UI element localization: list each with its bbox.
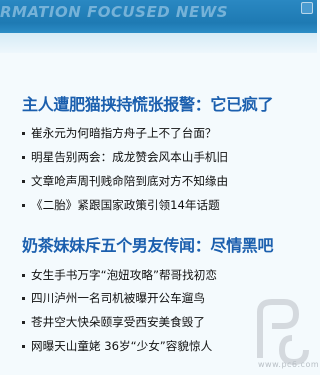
news-item[interactable]: 苍井空大快朵颐享受西安美食毁了 xyxy=(22,314,205,330)
news-item-label: 崔永元为何暗指方舟子上不了台面？ xyxy=(31,126,217,140)
bullet-icon xyxy=(22,179,25,183)
news-item[interactable]: 网曝天山童姥 36岁“少女”容貌惊人 xyxy=(22,338,212,354)
news-item[interactable]: 四川泸州一名司机被曝开公车遛鸟 xyxy=(22,290,205,306)
bullet-icon xyxy=(22,155,25,159)
headline-1[interactable]: 主人遭肥猫挟持慌张报警：它已疯了 xyxy=(22,91,274,115)
news-item-label: 《二胎》紧跟国家政策引领14年话题 xyxy=(31,198,220,212)
news-item-label: 网曝天山童姥 36岁“少女”容貌惊人 xyxy=(31,339,213,353)
bullet-icon xyxy=(22,296,25,300)
bullet-icon xyxy=(22,320,25,324)
bullet-icon xyxy=(22,344,25,348)
watermark-text: www.pc6.com xyxy=(258,360,320,369)
window-controls xyxy=(301,2,313,14)
bullet-icon xyxy=(22,203,25,207)
banner-slogan: RMATION FOCUSED NEWS xyxy=(0,3,229,21)
top-banner: RMATION FOCUSED NEWS xyxy=(0,0,317,33)
news-item[interactable]: 文章呛声周刊贱命陪到底对方不知缘由 xyxy=(22,173,228,189)
news-item-label: 明星告别两会：成龙赞会风本山手机旧 xyxy=(31,150,229,164)
news-item-label: 四川泸州一名司机被曝开公车遛鸟 xyxy=(31,291,205,305)
bullet-icon xyxy=(22,273,25,277)
minimize-icon[interactable] xyxy=(301,2,313,14)
news-item[interactable]: 崔永元为何暗指方舟子上不了台面？ xyxy=(22,125,217,141)
headline-2[interactable]: 奶茶妹妹斥五个男友传闻：尽情黑吧 xyxy=(22,232,274,256)
news-item[interactable]: 女生手书万字“泡妞攻略”帮哥找初恋 xyxy=(22,267,217,283)
news-item-label: 女生手书万字“泡妞攻略”帮哥找初恋 xyxy=(31,268,217,282)
bullet-icon xyxy=(22,131,25,135)
header-strip xyxy=(0,33,317,53)
news-item[interactable]: 明星告别两会：成龙赞会风本山手机旧 xyxy=(22,149,228,165)
news-item-label: 苍井空大快朵颐享受西安美食毁了 xyxy=(31,315,205,329)
news-item-label: 文章呛声周刊贱命陪到底对方不知缘由 xyxy=(31,174,229,188)
news-item[interactable]: 《二胎》紧跟国家政策引领14年话题 xyxy=(22,197,220,213)
